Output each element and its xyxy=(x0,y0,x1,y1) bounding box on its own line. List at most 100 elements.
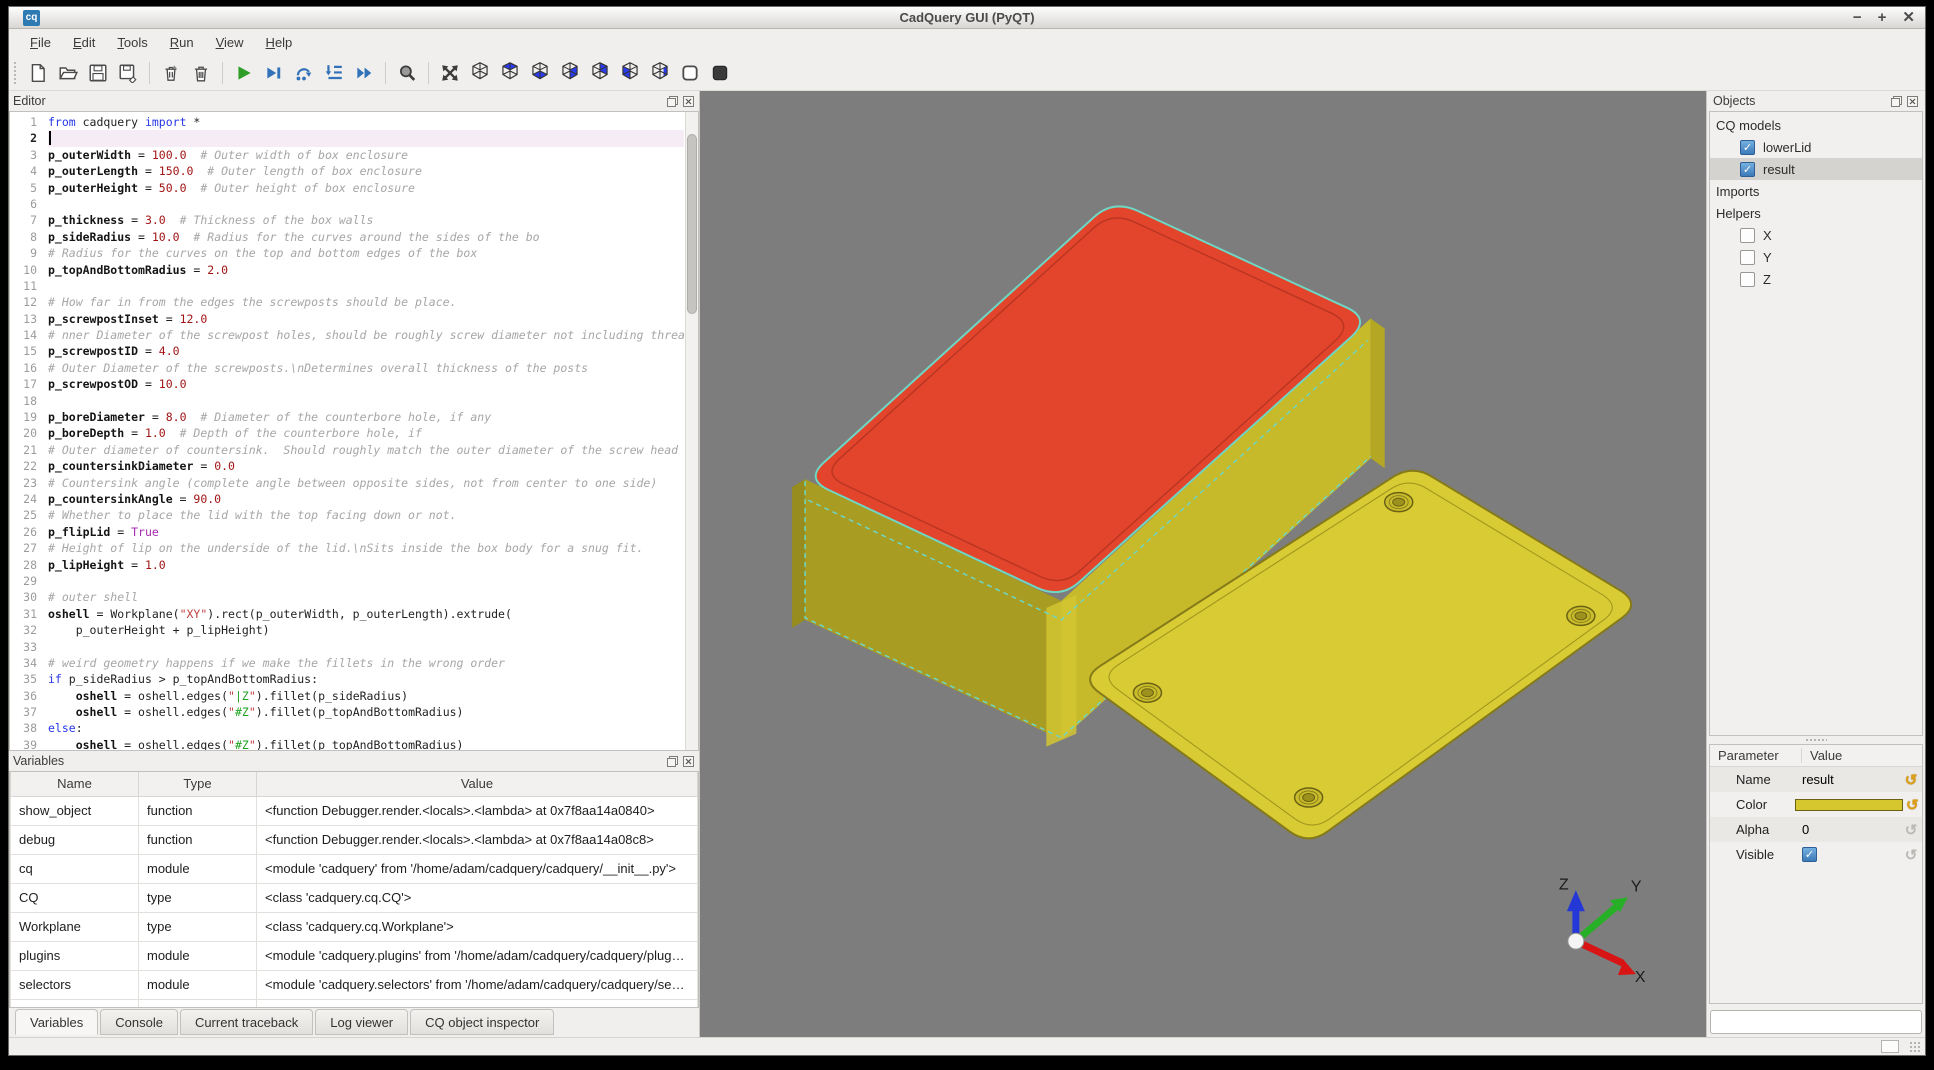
menu-file[interactable]: File xyxy=(19,32,62,53)
code-line[interactable]: p_countersinkAngle = 90.0 xyxy=(48,491,698,507)
code-line[interactable]: p_countersinkDiameter = 0.0 xyxy=(48,458,698,474)
new-file-button[interactable] xyxy=(23,58,53,88)
code-line[interactable]: # Height of lip on the underside of the … xyxy=(48,540,698,556)
code-line[interactable]: p_boreDiameter = 8.0 # Diameter of the c… xyxy=(48,409,698,425)
variable-row[interactable]: cqmodule<module 'cadquery' from '/home/a… xyxy=(11,854,698,883)
variable-row[interactable]: pluginsmodule<module 'cadquery.plugins' … xyxy=(11,941,698,970)
tree-group-helpers[interactable]: Helpers xyxy=(1710,202,1922,224)
render-button[interactable] xyxy=(229,58,259,88)
tree-group-cq-models[interactable]: CQ models xyxy=(1710,114,1922,136)
variables-column-header[interactable]: Name xyxy=(11,772,139,796)
code-area[interactable]: from cadquery import * p_outerWidth = 100… xyxy=(44,112,698,750)
code-line[interactable]: if p_sideRadius > p_topAndBottomRadius: xyxy=(48,671,698,687)
continue-button[interactable] xyxy=(349,58,379,88)
variables-column-header[interactable]: Type xyxy=(139,772,257,796)
splitter-grip[interactable] xyxy=(1709,736,1923,744)
open-button[interactable] xyxy=(53,58,83,88)
variable-row[interactable]: debugfunction<function Debugger.render.<… xyxy=(11,825,698,854)
code-line[interactable]: oshell = oshell.edges("|Z").fillet(p_sid… xyxy=(48,688,698,704)
code-line[interactable]: p_topAndBottomRadius = 2.0 xyxy=(48,262,698,278)
step-into-button[interactable] xyxy=(319,58,349,88)
code-line[interactable] xyxy=(48,639,698,655)
fit-view-button[interactable] xyxy=(435,58,465,88)
tree-item-x[interactable]: X xyxy=(1710,224,1922,246)
float-panel-icon[interactable] xyxy=(666,755,679,768)
menu-view[interactable]: View xyxy=(205,32,255,53)
code-line[interactable]: else: xyxy=(48,720,698,736)
wireframe-button[interactable] xyxy=(675,58,705,88)
float-panel-icon[interactable] xyxy=(666,95,679,108)
code-line[interactable]: # How far in from the edges the screwpos… xyxy=(48,294,698,310)
code-line[interactable]: p_flipLid = True xyxy=(48,524,698,540)
menu-help[interactable]: Help xyxy=(255,32,304,53)
code-line[interactable]: oshell = oshell.edges("#Z").fillet(p_top… xyxy=(48,737,698,750)
maximize-button[interactable]: + xyxy=(1878,7,1887,29)
code-line[interactable]: # Countersink angle (complete angle betw… xyxy=(48,475,698,491)
save-as-button[interactable] xyxy=(113,58,143,88)
visibility-checkbox[interactable]: ✓ xyxy=(1740,162,1755,177)
code-line[interactable]: p_lipHeight = 1.0 xyxy=(48,557,698,573)
tab-variables[interactable]: Variables xyxy=(15,1009,98,1035)
variable-row[interactable]: Workplanetype<class 'cadquery.cq.Workpla… xyxy=(11,912,698,941)
code-line[interactable]: p_outerLength = 150.0 # Outer length of … xyxy=(48,163,698,179)
color-swatch[interactable] xyxy=(1795,799,1903,811)
view-iso-button[interactable] xyxy=(465,58,495,88)
variable-row[interactable]: Planetype<class 'cadquery.occ_impl.geom.… xyxy=(11,999,698,1008)
tree-item-y[interactable]: Y xyxy=(1710,246,1922,268)
visibility-checkbox[interactable] xyxy=(1740,272,1755,287)
code-line[interactable] xyxy=(48,130,684,146)
tree-item-z[interactable]: Z xyxy=(1710,268,1922,290)
code-line[interactable]: from cadquery import * xyxy=(48,114,698,130)
code-line[interactable]: p_screwpostOD = 10.0 xyxy=(48,376,698,392)
code-line[interactable] xyxy=(48,573,698,589)
close-panel-icon[interactable] xyxy=(682,95,695,108)
visibility-checkbox[interactable] xyxy=(1740,250,1755,265)
debug-button[interactable] xyxy=(259,58,289,88)
menu-tools[interactable]: Tools xyxy=(106,32,158,53)
code-line[interactable] xyxy=(48,196,698,212)
toolbar-grip[interactable] xyxy=(13,61,19,85)
code-line[interactable]: p_screwpostID = 4.0 xyxy=(48,343,698,359)
code-line[interactable]: # Radius for the curves on the top and b… xyxy=(48,245,698,261)
view-front-button[interactable] xyxy=(555,58,585,88)
code-line[interactable]: p_screwpostInset = 12.0 xyxy=(48,311,698,327)
close-panel-icon[interactable] xyxy=(682,755,695,768)
float-panel-icon[interactable] xyxy=(1890,95,1903,108)
reset-icon[interactable]: ↺ xyxy=(1903,796,1923,814)
reset-icon[interactable]: ↺ xyxy=(1900,771,1922,789)
code-line[interactable]: # nner Diameter of the screwpost holes, … xyxy=(48,327,698,343)
resize-grip-icon[interactable] xyxy=(1909,1041,1921,1053)
view-left-button[interactable] xyxy=(615,58,645,88)
variables-column-header[interactable]: Value xyxy=(257,772,698,796)
save-button[interactable] xyxy=(83,58,113,88)
code-line[interactable]: p_outerWidth = 100.0 # Outer width of bo… xyxy=(48,147,698,163)
tree-item-lowerlid[interactable]: ✓lowerLid xyxy=(1710,136,1922,158)
code-line[interactable]: p_boreDepth = 1.0 # Depth of the counter… xyxy=(48,425,698,441)
code-line[interactable]: p_thickness = 3.0 # Thickness of the box… xyxy=(48,212,698,228)
visibility-checkbox[interactable]: ✓ xyxy=(1740,140,1755,155)
tree-group-imports[interactable]: Imports xyxy=(1710,180,1922,202)
variable-row[interactable]: show_objectfunction<function Debugger.re… xyxy=(11,796,698,825)
code-line[interactable]: p_outerHeight = 50.0 # Outer height of b… xyxy=(48,180,698,196)
variable-row[interactable]: CQtype<class 'cadquery.cq.CQ'> xyxy=(11,883,698,912)
code-line[interactable] xyxy=(48,278,698,294)
view-top-button[interactable] xyxy=(495,58,525,88)
visibility-checkbox[interactable] xyxy=(1740,228,1755,243)
code-editor[interactable]: 1234567891011121314151617181920212223242… xyxy=(9,111,699,751)
code-line[interactable]: # Outer diameter of countersink. Should … xyxy=(48,442,698,458)
tab-current-traceback[interactable]: Current traceback xyxy=(180,1009,313,1035)
code-line[interactable]: # Outer Diameter of the screwposts.\nDet… xyxy=(48,360,698,376)
menu-run[interactable]: Run xyxy=(159,32,205,53)
tab-cq-object-inspector[interactable]: CQ object inspector xyxy=(410,1009,554,1035)
clean-button[interactable] xyxy=(156,58,186,88)
minimize-button[interactable]: − xyxy=(1853,7,1862,29)
view-right-button[interactable] xyxy=(645,58,675,88)
scrollbar-thumb[interactable] xyxy=(687,134,697,314)
code-line[interactable]: # weird geometry happens if we make the … xyxy=(48,655,698,671)
code-line[interactable]: p_outerHeight + p_lipHeight) xyxy=(48,622,698,638)
3d-viewport[interactable]: Z Y X xyxy=(699,91,1706,1037)
step-over-button[interactable] xyxy=(289,58,319,88)
variable-row[interactable]: selectorsmodule<module 'cadquery.selecto… xyxy=(11,970,698,999)
menu-edit[interactable]: Edit xyxy=(62,32,106,53)
delete-button[interactable] xyxy=(186,58,216,88)
